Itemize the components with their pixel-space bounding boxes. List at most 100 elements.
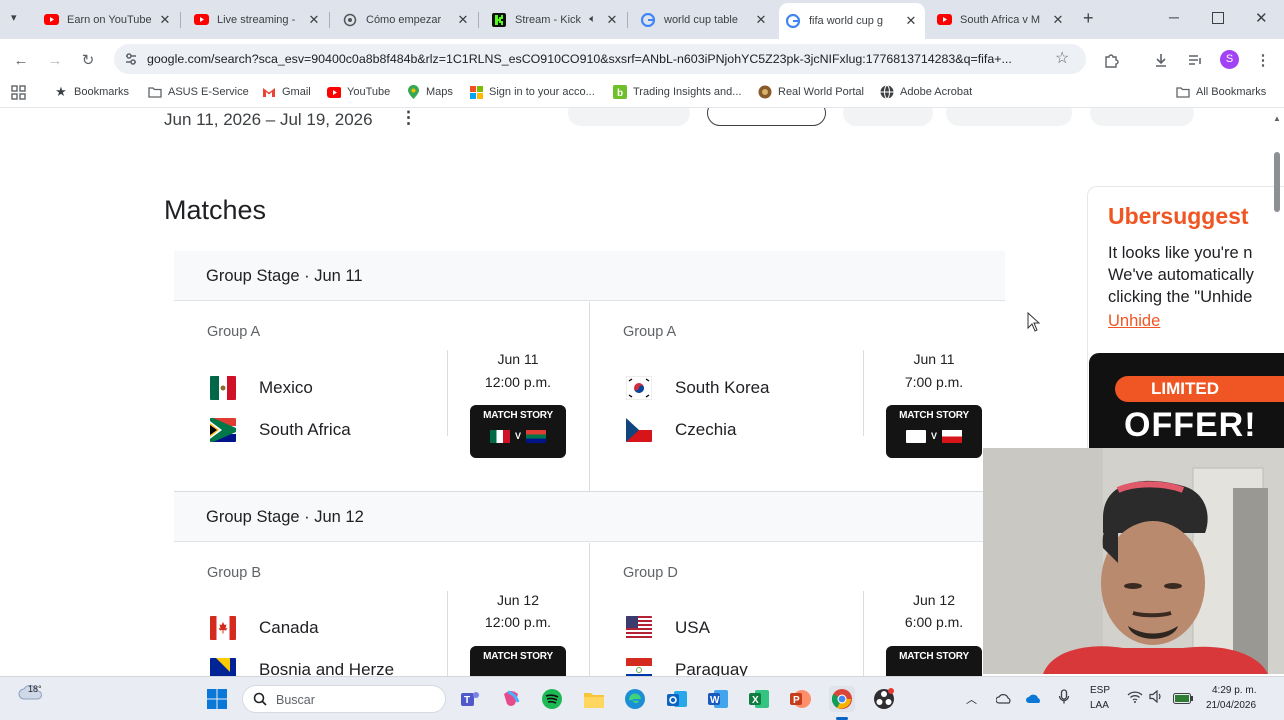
outlook-icon[interactable] [664, 686, 690, 712]
profile-avatar[interactable]: S [1220, 50, 1239, 69]
bookmark-gmail[interactable]: Gmail [262, 85, 311, 99]
star-icon: ★ [55, 84, 67, 99]
match-card-mexico-south-africa[interactable]: Group A Mexico South Africa Jun 11 12:00… [174, 302, 589, 491]
media-controls-icon[interactable] [1184, 49, 1206, 71]
match-date: Jun 12 [496, 592, 540, 608]
tab-como-empezar[interactable]: Cómo empezar ✕ [336, 6, 477, 33]
cloud-sync-icon[interactable] [1026, 691, 1042, 709]
chrome-icon[interactable] [829, 686, 855, 712]
excel-icon[interactable]: X [746, 686, 772, 712]
czechia-flag-icon [941, 429, 962, 443]
reload-icon[interactable]: ↻ [77, 49, 99, 71]
close-tab-icon[interactable]: ✕ [604, 12, 620, 28]
file-explorer-icon[interactable] [581, 686, 607, 712]
close-tab-icon[interactable]: ✕ [455, 12, 471, 28]
copilot-icon[interactable] [498, 686, 524, 712]
microphone-icon[interactable] [1058, 689, 1070, 710]
tab-live-streaming[interactable]: Live streaming - ✕ [187, 6, 328, 33]
match-card-south-korea-czechia[interactable]: Group A South Korea Czechia Jun 11 7:00 … [590, 302, 1005, 491]
close-tab-icon[interactable]: ✕ [306, 12, 322, 28]
match-card-usa-paraguay[interactable]: Group D USA Paraguay Jun 12 6:00 p.m. MA… [590, 543, 1005, 678]
match-story-button[interactable]: MATCH STORY V [886, 405, 982, 458]
tab-south-africa-v-mexico[interactable]: South Africa v M ✕ [930, 6, 1072, 33]
match-story-button[interactable]: MATCH STORY [470, 646, 566, 678]
close-tab-icon[interactable]: ✕ [1050, 12, 1066, 28]
tab-earn-on-youtube[interactable]: Earn on YouTube ✕ [37, 6, 179, 33]
volume-icon[interactable] [1149, 689, 1163, 708]
bookmark-youtube[interactable]: YouTube [327, 85, 390, 99]
new-tab-plus-icon[interactable]: + [1083, 8, 1094, 29]
match-story-button[interactable]: MATCH STORY V [470, 405, 566, 458]
bookmarks-bar: ★ Bookmarks ASUS E-Service Gmail YouTube … [0, 79, 1284, 108]
language-indicator[interactable]: ESP [1090, 685, 1110, 696]
url-text[interactable]: google.com/search?sca_esv=90400c0a8b8f48… [147, 52, 1047, 66]
spotify-icon[interactable] [539, 686, 565, 712]
svg-text:P: P [793, 695, 800, 706]
wifi-icon[interactable] [1127, 690, 1143, 708]
bookmark-bookmarks[interactable]: ★ Bookmarks [54, 84, 129, 99]
taskbar-search-box[interactable]: Buscar [242, 685, 446, 713]
team-row: USA [626, 615, 710, 641]
scroll-up-arrow-icon[interactable]: ▲ [1273, 114, 1281, 123]
filter-chip[interactable] [946, 108, 1072, 126]
canada-flag-icon [210, 616, 236, 640]
onedrive-icon[interactable] [995, 691, 1012, 709]
maximize-window-icon[interactable] [1212, 12, 1224, 24]
obs-icon[interactable] [871, 686, 897, 712]
windows-start-icon[interactable] [204, 686, 230, 712]
youtube-icon [43, 12, 59, 28]
tab-search-chevron-icon[interactable]: ▾ [11, 11, 17, 24]
more-options-icon[interactable]: ⋮ [400, 108, 417, 128]
filter-chip[interactable] [568, 108, 690, 126]
minimize-window-icon[interactable]: ─ [1169, 9, 1179, 25]
filter-chip-selected[interactable] [707, 108, 826, 126]
teams-icon[interactable]: T [456, 686, 482, 712]
bookmark-star-icon[interactable]: ☆ [1055, 48, 1069, 68]
site-info-icon[interactable] [123, 51, 139, 72]
unhide-link[interactable]: Unhide [1108, 312, 1160, 331]
clock-date[interactable]: 21/04/2026 [1206, 700, 1256, 711]
bookmark-trading-insights[interactable]: b Trading Insights and... [613, 85, 741, 99]
tab-fifa-world-cup-active[interactable]: fifa world cup g ✕ [779, 3, 925, 39]
bookmark-adobe-acrobat[interactable]: Adobe Acrobat [880, 85, 972, 99]
extensions-icon[interactable] [1100, 49, 1122, 71]
all-bookmarks[interactable]: All Bookmarks [1176, 85, 1266, 99]
battery-icon[interactable] [1173, 691, 1193, 709]
maps-icon [406, 85, 420, 99]
speaker-icon[interactable]: 🔈︎ [589, 13, 596, 26]
close-tab-icon[interactable]: ✕ [753, 12, 769, 28]
tab-world-cup-table[interactable]: world cup table ✕ [634, 6, 775, 33]
czechia-flag-icon [626, 418, 652, 442]
match-story-button[interactable]: MATCH STORY [886, 646, 982, 678]
bookmark-real-world-portal[interactable]: Real World Portal [758, 85, 864, 99]
apps-grid-icon[interactable] [11, 85, 26, 105]
close-window-icon[interactable]: ✕ [1255, 9, 1268, 27]
address-bar[interactable]: google.com/search?sca_esv=90400c0a8b8f48… [114, 44, 1086, 74]
google-icon [785, 13, 801, 29]
bookmark-maps[interactable]: Maps [406, 85, 453, 99]
match-date: Jun 11 [497, 351, 539, 367]
close-tab-icon[interactable]: ✕ [903, 13, 919, 29]
tray-chevron-up-icon[interactable]: ︿ [966, 691, 977, 707]
download-icon[interactable] [1150, 49, 1172, 71]
clock-time[interactable]: 4:29 p. m. [1212, 685, 1256, 696]
scrollbar-thumb[interactable] [1274, 152, 1280, 212]
close-tab-icon[interactable]: ✕ [157, 12, 173, 28]
tab-stream-kick[interactable]: Stream - Kick 🔈︎ ✕ [485, 6, 626, 33]
back-arrow-icon[interactable]: ← [10, 49, 32, 71]
word-icon[interactable]: W [705, 686, 731, 712]
language-layout[interactable]: LAA [1090, 700, 1109, 711]
forward-arrow-icon[interactable]: → [44, 49, 66, 71]
match-card-canada-bosnia[interactable]: Group B Canada Bosnia and Herze Jun 12 1… [174, 543, 589, 678]
menu-kebab-icon[interactable]: ⋮ [1252, 49, 1274, 71]
weather-widget[interactable]: 18° [18, 681, 44, 706]
bookmark-sign-in[interactable]: Sign in to your acco... [469, 85, 595, 99]
filter-chip[interactable] [1090, 108, 1194, 126]
filter-chip[interactable] [843, 108, 933, 126]
gmail-icon [262, 85, 276, 99]
powerpoint-icon[interactable]: P [787, 686, 813, 712]
edge-icon[interactable] [622, 686, 648, 712]
folder-icon [1176, 85, 1190, 99]
microsoft-icon [469, 85, 483, 99]
bookmark-asus-e-service[interactable]: ASUS E-Service [148, 85, 249, 99]
